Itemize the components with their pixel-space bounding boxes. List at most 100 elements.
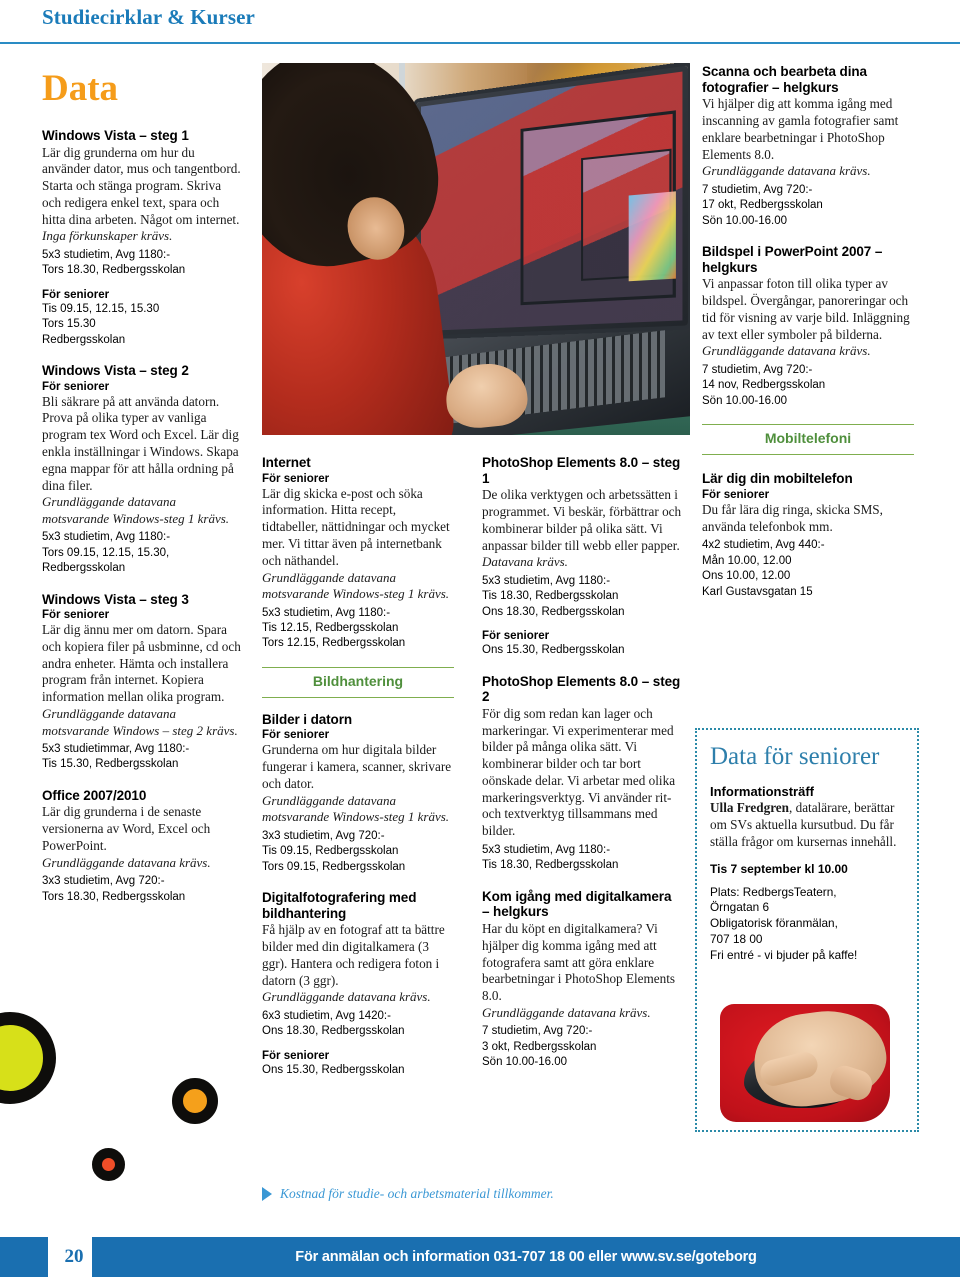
course-description: Lär dig ännu mer om datorn. Spara och ko… (42, 622, 241, 705)
photo-screen-colorful-area (628, 191, 676, 282)
course-schedule-line: 7 studietim, Avg 720:- (702, 363, 813, 376)
course-schedule: 7 studietim, Avg 720:- 3 okt, Redbergssk… (482, 1024, 682, 1070)
seniorbox-lecturer-name: Ulla Fredgren (710, 800, 789, 816)
course-schedule-line: 5x3 studietim, Avg 1180:- (42, 248, 171, 261)
triangle-right-icon (262, 1187, 272, 1201)
course-schedule: 5x3 studietim, Avg 1180:- Tors 18.30, Re… (42, 248, 242, 279)
course-schedule-line: Ons 15.30, Redbergsskolan (262, 1063, 405, 1076)
course-description: Lär dig grunderna i de senaste versioner… (42, 804, 211, 854)
seniorbox-detail-line: Obligatorisk föranmälan, (710, 916, 838, 931)
course-bilder-i-datorn: Bilder i datorn För seniorer Grunderna o… (262, 712, 454, 875)
course-requirement: Grundläggande datavana krävs. (702, 163, 871, 179)
course-schedule: 7 studietim, Avg 720:- 17 okt, Redbergss… (702, 183, 914, 229)
course-requirement: Grundläggande datavana krävs. (262, 989, 431, 1005)
course-requirement: Inga förkunskaper krävs. (42, 228, 173, 244)
masthead: Studiecirklar & Kurser (0, 0, 960, 44)
course-subtitle: För seniorer (482, 630, 550, 643)
course-subtitle: För seniorer (262, 729, 330, 742)
course-schedule-line: Tors 09.15, Redbergsskolan (262, 860, 406, 873)
course-schedule: Ons 15.30, Redbergsskolan (262, 1063, 454, 1078)
course-schedule-line: Redbergsskolan (42, 333, 126, 346)
course-schedule-line: Ons 15.30, Redbergsskolan (482, 644, 625, 657)
course-schedule-line: Tors 12.15, Redbergsskolan (262, 637, 406, 650)
course-schedule: 4x2 studietim, Avg 440:- Mån 10.00, 12.0… (702, 538, 914, 600)
course-schedule-line: Sön 10.00-16.00 (702, 394, 788, 407)
course-bildspel-powerpoint: Bildspel i PowerPoint 2007 – helgkurs Vi… (702, 244, 914, 409)
course-schedule-line: Tis 18.30, Redbergsskolan (482, 859, 619, 872)
course-schedule-line: 5x3 studietimmar, Avg 1180:- (42, 743, 190, 756)
course-schedule-line: Sön 10.00-16.00 (482, 1056, 568, 1069)
seniorbox-heading: Informationsträff (710, 784, 814, 800)
course-schedule: 3x3 studietim, Avg 720:- Tis 09.15, Redb… (262, 829, 454, 875)
course-schedule-line: 5x3 studietim, Avg 1180:- (482, 843, 611, 856)
course-requirement: Grundläggande datavana motsvarande Windo… (42, 494, 230, 526)
seniorbox-detail-line: 707 18 00 (710, 931, 763, 946)
course-subtitle: För seniorer (42, 380, 110, 393)
course-schedule-line: Tis 12.15, Redbergsskolan (262, 621, 399, 634)
seniorbox-datetime: Tis 7 september kl 10.00 (710, 861, 848, 876)
course-schedule-line: 7 studietim, Avg 720:- (482, 1025, 593, 1038)
course-schedule-line: Tis 09.15, Redbergsskolan (262, 845, 399, 858)
page: Studiecirklar & Kurser Data Windows Vist… (0, 0, 960, 1277)
course-title: PhotoShop Elements 8.0 – steg 2 (482, 673, 681, 705)
footer-left-block (0, 1237, 48, 1277)
course-title: Windows Vista – steg 3 (42, 591, 189, 607)
course-schedule-line: Mån 10.00, 12.00 (702, 554, 792, 567)
course-schedule: 5x3 studietim, Avg 1180:- Tis 12.15, Red… (262, 606, 454, 652)
course-title: PhotoShop Elements 8.0 – steg 1 (482, 455, 681, 486)
course-schedule: 5x3 studietimmar, Avg 1180:- Tis 15.30, … (42, 742, 242, 773)
course-title: Digitalfotografering med bildhantering (262, 889, 417, 921)
course-lar-dig-din-mobiltelefon: Lär dig din mobiltelefon För seniorer Du… (702, 471, 914, 600)
course-photoshop-elements-steg-2: PhotoShop Elements 8.0 – steg 2 För dig … (482, 674, 682, 874)
course-subtitle: För seniorer (42, 609, 110, 622)
course-description: Har du köpt en digitalkamera? Vi hjälper… (482, 921, 676, 1004)
course-subtitle: För seniorer (42, 288, 110, 301)
course-schedule-line: Redbergsskolan (42, 562, 126, 575)
course-schedule-line: 4x2 studietim, Avg 440:- (702, 539, 825, 552)
course-requirement: Datavana krävs. (482, 554, 568, 570)
course-digitalfotografering: Digitalfotografering med bildhantering F… (262, 890, 454, 1078)
course-subtitle: För seniorer (702, 488, 770, 501)
course-schedule-line: Tors 15.30 (42, 318, 96, 331)
course-schedule: 7 studietim, Avg 720:- 14 nov, Redbergss… (702, 363, 914, 409)
footer-contact-text: För anmälan och information 031-707 18 0… (295, 1249, 757, 1265)
course-schedule-line: 5x3 studietim, Avg 1180:- (42, 531, 171, 544)
course-requirement: Grundläggande datavana krävs. (42, 854, 211, 870)
course-schedule: 5x3 studietim, Avg 1180:- Tis 18.30, Red… (482, 843, 682, 874)
course-office-2007-2010: Office 2007/2010 Lär dig grunderna i de … (42, 788, 242, 905)
photo-laptop-screen (416, 65, 688, 336)
seniorbox-detail-line: Fri entré - vi bjuder på kaffe! (710, 947, 858, 962)
course-schedule-line: Tors 09.15, 12.15, 15.30, (42, 546, 170, 559)
course-scanna-bearbeta-fotografier: Scanna och bearbeta dina fotografier – h… (702, 64, 914, 229)
course-title: Scanna och bearbeta dina fotografier – h… (702, 64, 867, 95)
data-for-seniorer-box: Data för seniorer Informationsträff Ulla… (695, 728, 919, 1132)
course-description: Du får lära dig ringa, skicka SMS, använ… (702, 501, 883, 534)
course-schedule-line: Tis 09.15, 12.15, 15.30 (42, 302, 160, 315)
course-title: Bildspel i PowerPoint 2007 – helgkurs (702, 244, 883, 275)
course-senior-group: För seniorer Tis 09.15, 12.15, 15.30 Tor… (42, 288, 242, 348)
course-photoshop-elements-steg-1: PhotoShop Elements 8.0 – steg 1 De olika… (482, 455, 682, 659)
seniorbox-detail-line: Örngatan 6 (710, 900, 770, 915)
decorative-circle-red (92, 1148, 125, 1181)
course-senior-group: För seniorer Ons 15.30, Redbergsskolan (262, 1049, 454, 1078)
course-subtitle: För seniorer (262, 472, 330, 485)
course-description: Grunderna om hur digitala bilder fungera… (262, 742, 452, 791)
course-title: Windows Vista – steg 2 (42, 363, 189, 379)
course-schedule-line: 17 okt, Redbergsskolan (702, 199, 823, 212)
category-label: Mobiltelefoni (764, 430, 852, 447)
course-schedule-line: 3x3 studietim, Avg 720:- (42, 875, 165, 888)
course-description: Bli säkrare på att använda datorn. Prova… (42, 393, 239, 493)
seniorbox-details: Plats: RedbergsTeatern, Örngatan 6 Oblig… (710, 885, 904, 964)
category-banner-mobiltelefoni: Mobiltelefoni (702, 424, 914, 456)
decorative-circle-orange (172, 1078, 218, 1124)
woman-at-laptop-photo (262, 63, 690, 435)
column-1: Windows Vista – steg 1 Lär dig grunderna… (42, 128, 242, 905)
page-number: 20 (64, 1246, 84, 1267)
course-senior-group: För seniorer Ons 15.30, Redbergsskolan (482, 629, 682, 658)
masthead-divider (0, 42, 960, 44)
course-schedule-line: 5x3 studietim, Avg 1180:- (262, 606, 391, 619)
course-schedule-line: Tis 18.30, Redbergsskolan (482, 590, 619, 603)
category-banner-bildhantering: Bildhantering (262, 666, 454, 698)
course-schedule-line: 7 studietim, Avg 720:- (702, 183, 813, 196)
course-schedule-line: 6x3 studietim, Avg 1420:- (262, 1009, 391, 1022)
